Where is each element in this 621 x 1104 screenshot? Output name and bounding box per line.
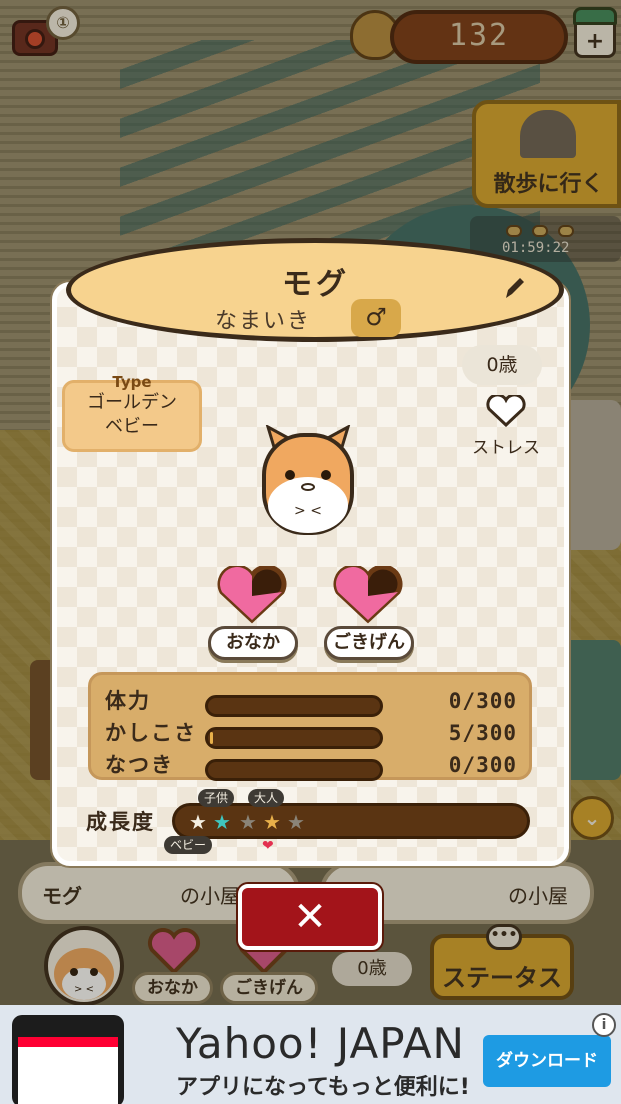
- name-banner: モグ なまいき ♂: [66, 238, 564, 342]
- current-growth-heart-icon: ❤: [262, 838, 274, 854]
- mood-heart-icon: [332, 564, 404, 624]
- personality: なまいき: [215, 309, 312, 334]
- stat-row: かしこさ 5/300: [91, 717, 535, 749]
- stat-value: 5/300: [448, 721, 517, 745]
- stat-row: なつき 0/300: [91, 749, 535, 781]
- stat-label: かしこさ: [105, 721, 197, 745]
- stat-bar: [205, 759, 383, 781]
- growth-label: 成長度: [86, 810, 155, 834]
- stress-indicator: ストレス: [470, 393, 542, 458]
- svg-text:> <: > <: [294, 503, 322, 519]
- stat-label: なつき: [105, 753, 174, 777]
- stage-adult-tag: 大人: [248, 789, 285, 807]
- male-icon: ♂: [351, 299, 401, 337]
- mood-chip: ごきげん: [324, 626, 414, 660]
- star-icon: ★: [263, 810, 281, 834]
- type-heading: Type: [112, 373, 152, 391]
- phone-image: [12, 1015, 124, 1104]
- stat-bar: [205, 695, 383, 717]
- growth-bar: ★ ★ ★ ★ ★: [172, 803, 530, 839]
- ad-banner[interactable]: Yahoo! JAPAN アプリになってもっと便利に! ダウンロード i: [0, 1005, 621, 1104]
- stat-row: 体力 0/300: [91, 685, 535, 717]
- stage-baby-tag: ベビー: [164, 836, 213, 854]
- hunger-chip: おなか: [208, 626, 298, 660]
- stage-child-tag: 子供: [198, 789, 235, 807]
- type-line1: ゴールデン: [87, 392, 177, 413]
- download-button[interactable]: ダウンロード: [483, 1035, 611, 1087]
- hamster-name: モグ: [282, 267, 350, 302]
- stress-label: ストレス: [472, 438, 540, 458]
- type-line2: ベビー: [105, 416, 159, 437]
- star-icon: ★: [239, 810, 257, 834]
- stat-value: 0/300: [448, 689, 517, 713]
- hunger-heart-icon: [216, 564, 288, 624]
- star-icon: ★: [189, 810, 207, 834]
- ad-title: Yahoo! JAPAN: [176, 1019, 465, 1068]
- stat-value: 0/300: [448, 753, 517, 777]
- hamster-sprite: > <: [262, 425, 354, 535]
- stat-bar: [205, 727, 383, 749]
- star-icon: ★: [287, 810, 305, 834]
- pencil-icon[interactable]: [502, 276, 526, 302]
- type-box: Type ゴールデン ベビー: [62, 373, 202, 452]
- star-icon: ★: [213, 810, 231, 834]
- close-button[interactable]: ✕: [238, 884, 382, 950]
- stress-heart-icon: [486, 393, 526, 428]
- age-chip: 0歳: [462, 345, 542, 385]
- stats-panel: 体力 0/300 かしこさ 5/300 なつき 0/300: [88, 672, 535, 781]
- stat-label: 体力: [105, 689, 151, 713]
- info-icon[interactable]: i: [592, 1013, 616, 1037]
- ad-subtitle: アプリになってもっと便利に!: [176, 1075, 470, 1100]
